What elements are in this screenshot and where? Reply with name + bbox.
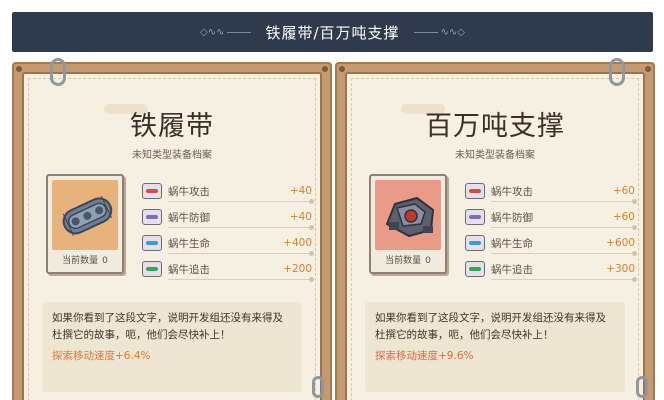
page-title: 铁履带/百万吨支撑: [265, 23, 400, 42]
bonus-text: 探索移动速度+9.6%: [375, 350, 474, 362]
left-ornament: ◇∿∿: [200, 26, 252, 38]
ornament-glyph: ◇∿∿: [200, 26, 225, 38]
item-image: [375, 180, 441, 250]
chase-icon: [142, 261, 162, 277]
hp-icon: [142, 235, 162, 251]
stat-label: 蜗牛追击: [491, 263, 533, 276]
count-value: 0: [425, 256, 431, 266]
item-count: 当前数量 0: [371, 253, 445, 266]
chase-icon: [465, 261, 485, 277]
stat-value: +60: [612, 185, 635, 197]
stat-divider: [491, 251, 637, 256]
count-label: 当前数量: [62, 256, 99, 266]
card-paper: 百万吨支撑 未知类型装备档案 当前数量 0 蜗牛攻击 +60 蜗牛防御 +60 …: [345, 72, 645, 400]
header-banner: ◇∿∿ 铁履带/百万吨支撑 ∿∿◇: [12, 12, 653, 52]
stat-label: 蜗牛攻击: [168, 185, 210, 198]
stat-label: 蜗牛攻击: [491, 185, 533, 198]
stat-value: +60: [612, 211, 635, 223]
stats-list: 蜗牛攻击 +60 蜗牛防御 +60 蜗牛生命 +600 蜗牛追击 +300: [465, 178, 637, 282]
description-box: 如果你看到了这段文字，说明开发组还没有来得及杜撰它的故事，呃，他们会尽快补上！ …: [42, 302, 302, 392]
stat-row-chase: 蜗牛追击 +200: [142, 256, 314, 282]
item-name: 铁履带: [130, 111, 214, 142]
attack-icon: [465, 183, 485, 199]
stat-divider: [168, 199, 314, 204]
paperclip-icon: [50, 58, 66, 86]
stat-row-attack: 蜗牛攻击 +40: [142, 178, 314, 204]
stat-row-hp: 蜗牛生命 +400: [142, 230, 314, 256]
description-text: 如果你看到了这段文字，说明开发组还没有来得及杜撰它的故事，呃，他们会尽快补上！: [52, 312, 283, 341]
rivet-decoration: [322, 66, 328, 72]
card-title-block: 百万吨支撑 未知类型装备档案: [347, 104, 643, 161]
stat-divider: [491, 225, 637, 230]
stat-value: +40: [289, 185, 312, 197]
ornament-glyph: ∿∿◇: [440, 26, 465, 38]
stat-divider: [168, 225, 314, 230]
stat-label: 蜗牛防御: [491, 211, 533, 224]
equipment-card-iron-track[interactable]: 铁履带 未知类型装备档案 当前数量 0 蜗牛攻击 +40 蜗牛防御 +40 蜗牛…: [12, 58, 332, 400]
item-frame[interactable]: 当前数量 0: [369, 174, 447, 274]
item-image: [52, 180, 118, 250]
stat-row-defense: 蜗牛防御 +40: [142, 204, 314, 230]
item-name: 百万吨支撑: [425, 111, 565, 142]
right-ornament: ∿∿◇: [413, 26, 465, 38]
stat-divider: [168, 251, 314, 256]
chain-link-icon: [636, 376, 648, 398]
defense-icon: [465, 209, 485, 225]
card-paper: 铁履带 未知类型装备档案 当前数量 0 蜗牛攻击 +40 蜗牛防御 +40 蜗牛…: [22, 72, 322, 400]
ornament-line: [227, 31, 252, 33]
rivet-decoration: [645, 66, 651, 72]
item-subtitle: 未知类型装备档案: [455, 150, 535, 161]
mech-support-icon: [385, 196, 435, 238]
card-title-block: 铁履带 未知类型装备档案: [24, 104, 320, 161]
stat-label: 蜗牛生命: [491, 237, 533, 250]
stat-value: +40: [289, 211, 312, 223]
stat-row-attack: 蜗牛攻击 +60: [465, 178, 637, 204]
count-label: 当前数量: [385, 256, 422, 266]
stat-label: 蜗牛生命: [168, 237, 210, 250]
stats-list: 蜗牛攻击 +40 蜗牛防御 +40 蜗牛生命 +400 蜗牛追击 +200: [142, 178, 314, 282]
bonus-text: 探索移动速度+6.4%: [52, 350, 151, 362]
tank-track-icon: [62, 195, 113, 236]
stat-value: +300: [606, 263, 635, 275]
rivet-decoration: [16, 66, 22, 72]
item-count: 当前数量 0: [48, 253, 122, 266]
stat-value: +400: [283, 237, 312, 249]
ornament-line: [413, 31, 438, 33]
stat-divider: [491, 277, 637, 282]
item-frame[interactable]: 当前数量 0: [46, 174, 124, 274]
stat-divider: [168, 277, 314, 282]
stat-label: 蜗牛防御: [168, 211, 210, 224]
paperclip-icon: [609, 58, 625, 86]
hp-icon: [465, 235, 485, 251]
stat-label: 蜗牛追击: [168, 263, 210, 276]
stat-row-defense: 蜗牛防御 +60: [465, 204, 637, 230]
defense-icon: [142, 209, 162, 225]
stat-value: +600: [606, 237, 635, 249]
stat-divider: [491, 199, 637, 204]
stat-row-chase: 蜗牛追击 +300: [465, 256, 637, 282]
count-value: 0: [102, 256, 108, 266]
stat-row-hp: 蜗牛生命 +600: [465, 230, 637, 256]
description-text: 如果你看到了这段文字，说明开发组还没有来得及杜撰它的故事，呃，他们会尽快补上！: [375, 312, 606, 341]
equipment-card-million-ton-support[interactable]: 百万吨支撑 未知类型装备档案 当前数量 0 蜗牛攻击 +60 蜗牛防御 +60 …: [335, 58, 655, 400]
attack-icon: [142, 183, 162, 199]
rivet-decoration: [339, 66, 345, 72]
item-subtitle: 未知类型装备档案: [132, 150, 212, 161]
description-box: 如果你看到了这段文字，说明开发组还没有来得及杜撰它的故事，呃，他们会尽快补上！ …: [365, 302, 625, 392]
chain-link-icon: [312, 376, 324, 398]
stat-value: +200: [283, 263, 312, 275]
